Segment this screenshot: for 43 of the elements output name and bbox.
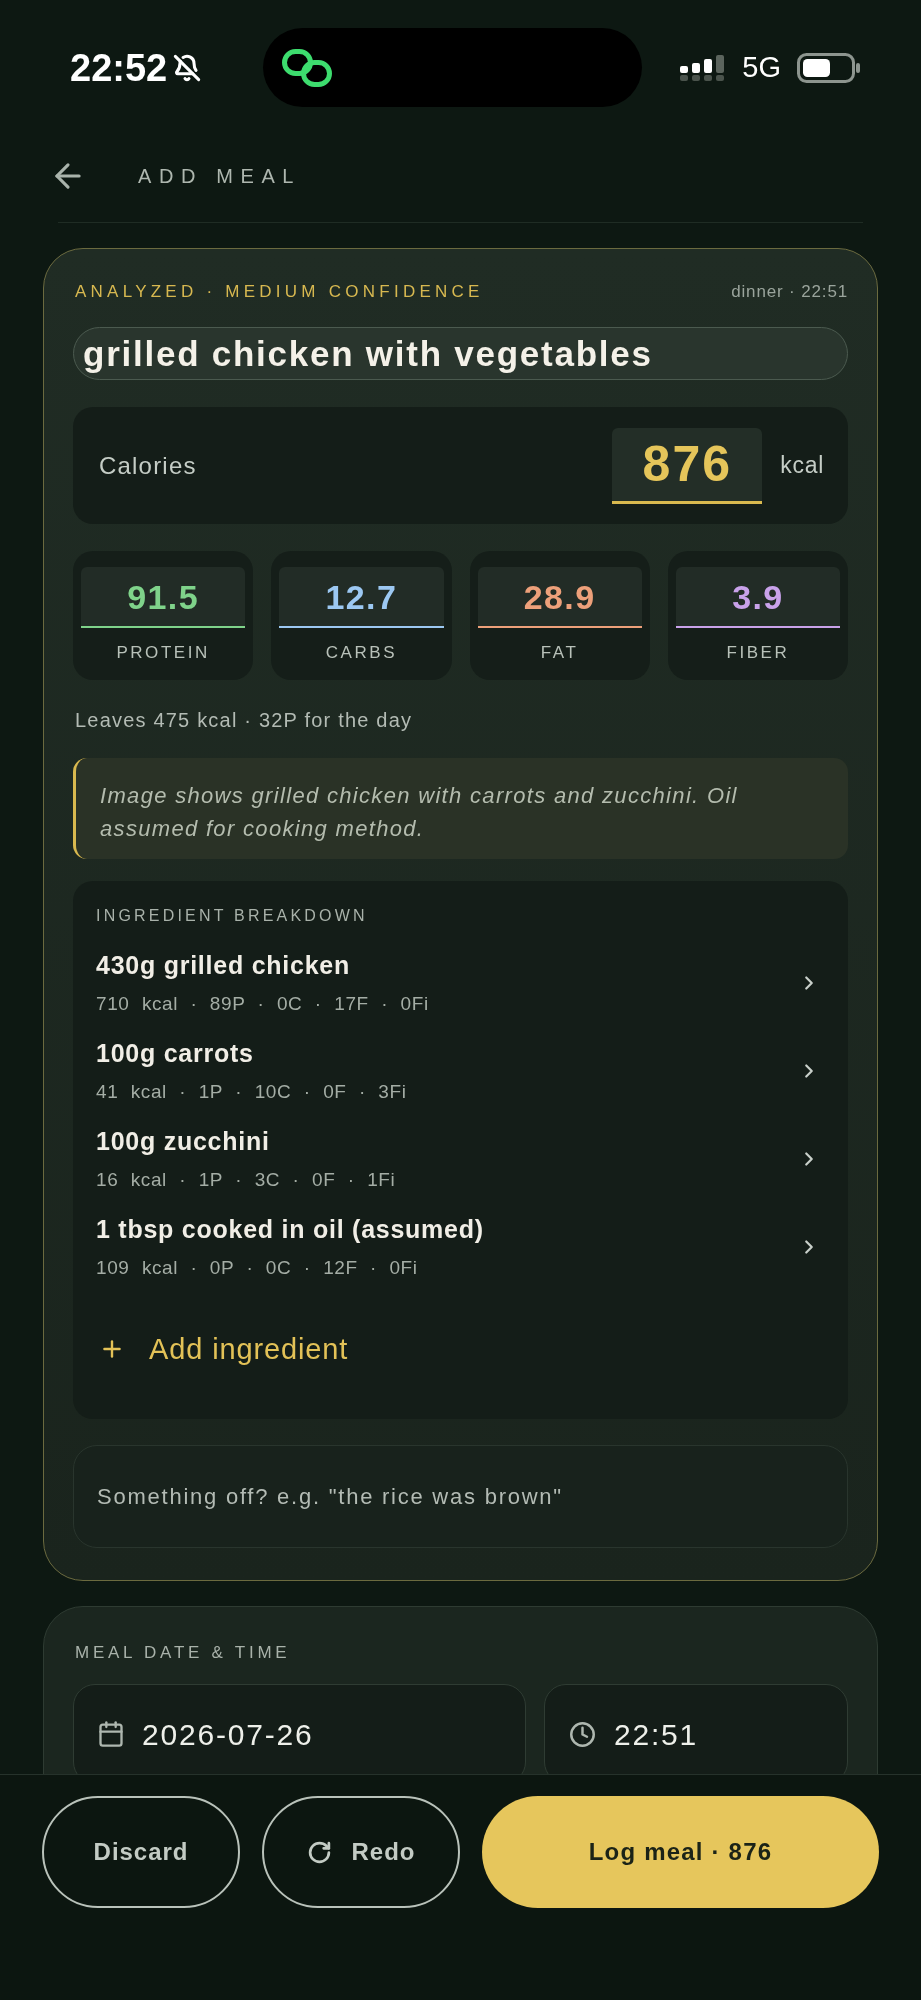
macro-label: PROTEIN bbox=[115, 642, 211, 664]
remaining-summary: Leaves 475 kcal · 32P for the day bbox=[74, 708, 414, 732]
ingredient-macros: 41 kcal · 1P · 10C · 0F · 3Fi bbox=[96, 1080, 407, 1104]
meal-name-field[interactable]: grilled chicken with vegetables bbox=[73, 327, 848, 380]
status-time: 22:52 bbox=[70, 48, 168, 87]
analysis-status: ANALYZED · MEDIUM CONFIDENCE bbox=[74, 282, 484, 302]
macro-label: FIBER bbox=[725, 642, 791, 664]
ingredient-macros: 710 kcal · 89P · 0C · 17F · 0Fi bbox=[96, 992, 429, 1016]
macro-value[interactable]: 91.5 bbox=[81, 567, 246, 626]
time-field[interactable]: 22:51 bbox=[544, 1684, 848, 1774]
clock-icon bbox=[569, 1720, 596, 1748]
ingredient-name: 430g grilled chicken bbox=[96, 950, 350, 980]
macro-label: CARBS bbox=[324, 642, 399, 664]
page-title: ADD MEAL bbox=[138, 163, 302, 189]
battery-icon bbox=[797, 52, 861, 83]
signal-icon bbox=[680, 54, 727, 81]
ingredient-name: 100g carrots bbox=[96, 1038, 254, 1068]
ingredient-name: 1 tbsp cooked in oil (assumed) bbox=[96, 1214, 484, 1244]
add-ingredient-button[interactable]: Add ingredient bbox=[99, 1332, 349, 1366]
macro-label: FAT bbox=[539, 642, 580, 664]
macro-value[interactable]: 12.7 bbox=[279, 567, 444, 626]
bell-off-icon bbox=[173, 53, 202, 82]
redo-button[interactable]: Redo bbox=[262, 1796, 460, 1908]
discard-button[interactable]: Discard bbox=[42, 1796, 240, 1908]
macro-value[interactable]: 28.9 bbox=[477, 567, 642, 626]
calories-label: Calories bbox=[99, 450, 197, 481]
datetime-section-title: MEAL DATE & TIME bbox=[74, 1642, 292, 1664]
ingredient-macros: 109 kcal · 0P · 0C · 12F · 0Fi bbox=[96, 1256, 418, 1280]
ingredient-name: 100g zucchini bbox=[96, 1126, 270, 1156]
calendar-icon bbox=[97, 1720, 125, 1748]
link-icon bbox=[282, 48, 332, 87]
feedback-field[interactable]: Something off? e.g. "the rice was brown" bbox=[73, 1445, 848, 1548]
date-field[interactable]: 2026-07-26 bbox=[73, 1684, 526, 1774]
macro-value[interactable]: 3.9 bbox=[675, 567, 840, 626]
analysis-note: Image shows grilled chicken with carrots and zucchini. Oil assumed for cooking method. bbox=[73, 758, 848, 859]
calories-unit: kcal bbox=[780, 451, 824, 481]
meal-meta: dinner · 22:51 bbox=[731, 282, 848, 302]
calories-field[interactable]: 876 bbox=[612, 427, 763, 504]
ingredient-section-title: INGREDIENT BREAKDOWN bbox=[96, 906, 369, 926]
log-meal-button[interactable]: Log meal · 876 bbox=[482, 1796, 879, 1908]
network-label: 5G bbox=[742, 53, 781, 82]
refresh-icon bbox=[306, 1839, 332, 1865]
ingredient-macros: 16 kcal · 1P · 3C · 0F · 1Fi bbox=[96, 1168, 396, 1192]
